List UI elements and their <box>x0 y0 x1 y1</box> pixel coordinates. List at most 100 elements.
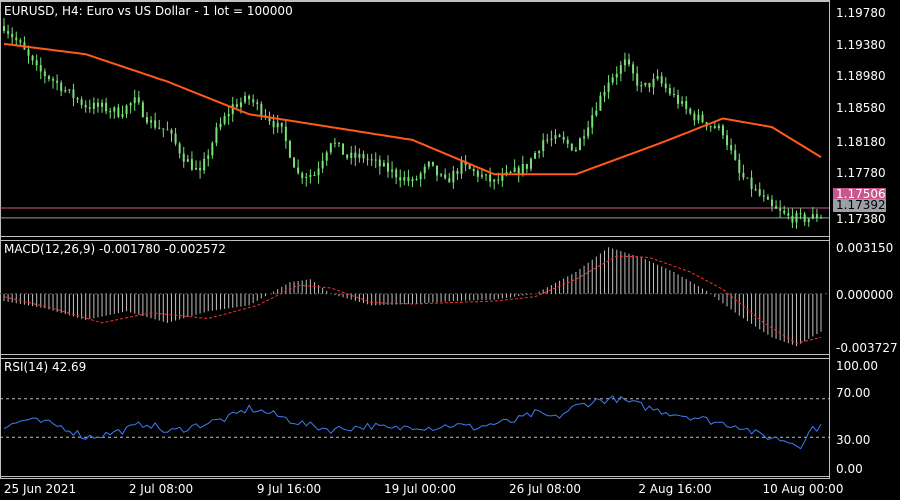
candle-body <box>178 143 181 154</box>
candle-body <box>301 173 304 179</box>
candle-body <box>293 157 296 168</box>
candle-body <box>362 153 365 159</box>
candle-body <box>370 159 373 161</box>
time-tick: 9 Jul 16:00 <box>256 482 322 496</box>
candle-body <box>770 199 773 207</box>
macd-header: MACD(12,26,9) -0.001780 -0.002572 <box>4 242 226 256</box>
candle-body <box>276 122 279 128</box>
candle-body <box>166 129 169 131</box>
candle-body <box>145 117 148 123</box>
candle-body <box>411 178 414 182</box>
candle-body <box>628 59 631 65</box>
candle-body <box>374 159 377 161</box>
time-tick: 25 Jun 2021 <box>3 482 77 496</box>
candle-body <box>256 102 259 104</box>
candle-body <box>333 142 336 144</box>
candle-body <box>80 99 83 105</box>
candle-body <box>697 114 700 121</box>
candle-body <box>534 153 537 159</box>
macd-tick: -0.003727 <box>836 341 898 355</box>
candle-body <box>64 90 67 92</box>
candle-body <box>497 179 500 181</box>
candle-body <box>211 143 214 156</box>
candle-body <box>288 141 291 158</box>
candle-body <box>423 166 426 174</box>
candle-body <box>391 169 394 172</box>
price-tick: 1.18180 <box>836 135 886 149</box>
candle-body <box>656 76 659 79</box>
candle-body <box>11 33 14 38</box>
candle-body <box>235 104 238 108</box>
candle-body <box>31 55 34 61</box>
candle-body <box>272 121 275 128</box>
candle-body <box>35 60 38 66</box>
candle-body <box>395 169 398 178</box>
candle-body <box>3 25 5 32</box>
rsi-header: RSI(14) 42.69 <box>4 360 87 374</box>
candle-body <box>550 138 553 140</box>
candle-body <box>648 82 651 88</box>
candle-body <box>632 64 635 74</box>
candle-body <box>76 98 79 100</box>
candle-body <box>182 153 185 162</box>
candle-body <box>754 189 757 191</box>
candle-body <box>485 174 488 176</box>
candle-body <box>297 167 300 174</box>
candle-body <box>803 213 806 222</box>
price-panel <box>0 1 830 237</box>
candle-body <box>109 111 112 113</box>
time-tick: 2 Aug 16:00 <box>638 482 712 496</box>
candle-body <box>766 196 769 200</box>
macd-panel <box>0 240 830 355</box>
candle-body <box>640 85 643 87</box>
price-tick: 1.17780 <box>836 166 886 180</box>
price-tick: 1.18580 <box>836 101 886 115</box>
candle-body <box>734 150 737 160</box>
candle-body <box>342 143 345 155</box>
candle-body <box>566 139 569 144</box>
candle-body <box>664 83 667 89</box>
candle-body <box>456 171 459 174</box>
candle-body <box>378 159 381 167</box>
candle-body <box>43 71 46 77</box>
candle-body <box>407 177 410 182</box>
candle-body <box>513 167 516 172</box>
candle-body <box>787 213 790 216</box>
candle-body <box>444 174 447 179</box>
candle-body <box>325 152 328 161</box>
candle-body <box>795 213 798 223</box>
candle-body <box>96 102 99 107</box>
candle-body <box>350 152 353 158</box>
price-tick: 1.19380 <box>836 38 886 52</box>
candle-body <box>775 206 778 209</box>
candle-body <box>493 179 496 182</box>
candle-body <box>738 159 741 173</box>
candle-body <box>783 210 786 214</box>
candle-body <box>742 172 745 178</box>
candle-body <box>105 102 108 112</box>
candle-body <box>56 80 59 83</box>
candle-body <box>113 107 116 112</box>
candle-body <box>399 177 402 181</box>
candle-body <box>607 82 610 92</box>
candle-body <box>779 208 782 211</box>
candle-body <box>101 102 104 107</box>
candle-body <box>546 139 549 141</box>
candle-body <box>713 126 716 129</box>
candle-body <box>239 102 242 108</box>
candle-body <box>709 126 712 128</box>
candle-body <box>199 168 202 171</box>
candle-body <box>358 153 361 158</box>
candle-body <box>158 127 161 129</box>
candle-body <box>231 104 234 115</box>
time-tick: 2 Jul 08:00 <box>128 482 194 496</box>
price-tick: 1.17380 <box>836 212 886 226</box>
candle-body <box>382 162 385 167</box>
candle-body <box>386 162 389 172</box>
candle-body <box>509 171 512 173</box>
candle-body <box>820 217 822 219</box>
macd-tick: 0.003150 <box>836 241 894 255</box>
time-tick: 19 Jul 00:00 <box>384 482 456 496</box>
candle-body <box>623 59 626 66</box>
candle-body <box>762 195 765 197</box>
